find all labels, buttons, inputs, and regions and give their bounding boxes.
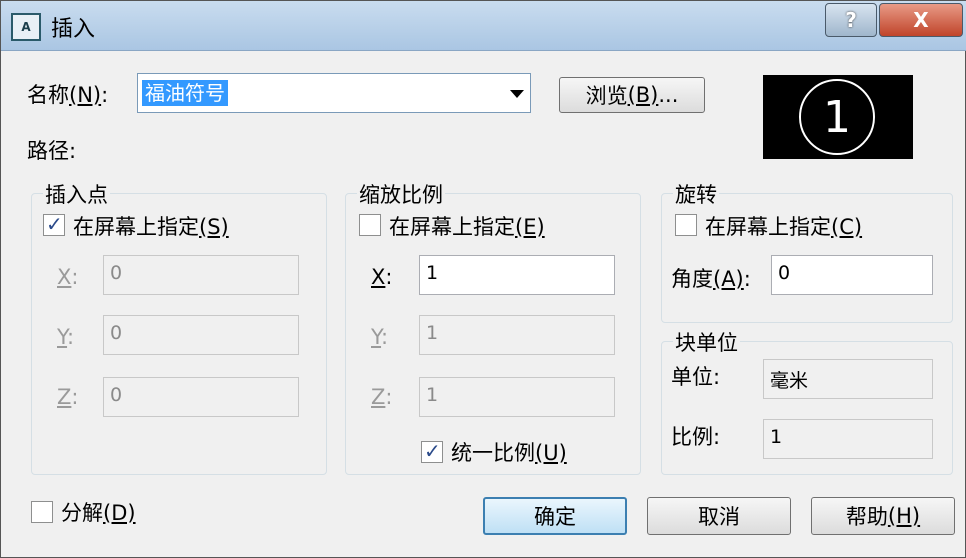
scale-y-letter: Y bbox=[371, 325, 382, 349]
insertion-y-field[interactable]: 0 bbox=[103, 315, 299, 355]
insertion-z-colon: : bbox=[71, 385, 79, 409]
preview-circle-symbol: 1 bbox=[799, 79, 875, 155]
scale-specify-checkbox[interactable] bbox=[359, 214, 381, 236]
ok-button[interactable]: 确定 bbox=[483, 497, 627, 535]
uniform-scale-mnemonic: (U) bbox=[535, 441, 567, 465]
factor-label: 比例: bbox=[671, 425, 721, 449]
insert-dialog: A 插入 ? X 名称(N): 福油符号 浏览 (B)... 1 路径: 插入点 … bbox=[0, 0, 966, 558]
angle-mnemonic: (A) bbox=[713, 267, 744, 291]
cancel-button[interactable]: 取消 bbox=[647, 497, 791, 535]
autocad-app-icon: A bbox=[11, 13, 41, 41]
browse-button[interactable]: 浏览 (B)... bbox=[559, 77, 705, 113]
browse-label: 浏览 bbox=[585, 84, 628, 108]
explode-checkbox[interactable] bbox=[31, 501, 53, 523]
app-icon-letter: A bbox=[21, 20, 31, 34]
scale-y-field[interactable]: 1 bbox=[419, 315, 615, 355]
insertion-specify-mnemonic: (S) bbox=[199, 215, 229, 239]
block-preview: 1 bbox=[763, 75, 913, 159]
explode-mnemonic: (D) bbox=[103, 501, 136, 525]
help-title-button[interactable]: ? bbox=[825, 3, 877, 37]
insertion-specify-text: 在屏幕上指定 bbox=[73, 215, 199, 239]
uniform-scale-label[interactable]: 统一比例(U) bbox=[451, 437, 567, 467]
help-button[interactable]: 帮助 (H) bbox=[811, 497, 955, 535]
scale-z-letter: Z bbox=[371, 385, 386, 409]
uniform-scale-checkbox[interactable] bbox=[421, 439, 443, 463]
name-colon: : bbox=[101, 83, 109, 107]
rotation-title: 旋转 bbox=[673, 179, 719, 209]
scale-x-field[interactable]: 1 bbox=[419, 255, 615, 295]
scale-z-colon: : bbox=[385, 385, 393, 409]
insertion-point-title: 插入点 bbox=[43, 179, 110, 209]
name-label-text: 名称 bbox=[27, 83, 69, 107]
insertion-specify-checkbox[interactable] bbox=[43, 212, 65, 236]
rotation-specify-label[interactable]: 在屏幕上指定(C) bbox=[705, 211, 862, 241]
scale-x-letter: X bbox=[371, 265, 386, 289]
angle-label: 角度(A): bbox=[671, 263, 751, 293]
scale-y-label: Y: bbox=[371, 325, 388, 349]
rotation-specify-mnemonic: (C) bbox=[831, 215, 863, 239]
scale-x-colon: : bbox=[385, 265, 393, 289]
path-label: 路径: bbox=[27, 139, 77, 163]
angle-field[interactable]: 0 bbox=[771, 255, 933, 295]
scale-z-label: Z: bbox=[371, 385, 392, 409]
insertion-x-label: X: bbox=[57, 265, 78, 289]
explode-label[interactable]: 分解(D) bbox=[61, 497, 136, 527]
block-unit-title: 块单位 bbox=[673, 327, 740, 357]
name-mnemonic: (N) bbox=[69, 83, 102, 107]
scale-specify-mnemonic: (E) bbox=[515, 215, 545, 239]
help-button-mnemonic: (H) bbox=[887, 504, 921, 528]
scale-y-colon: : bbox=[381, 325, 389, 349]
dropdown-arrow-icon[interactable] bbox=[510, 90, 524, 98]
browse-mnemonic: (B) bbox=[627, 83, 659, 107]
scale-specify-text: 在屏幕上指定 bbox=[389, 215, 515, 239]
scale-title: 缩放比例 bbox=[357, 179, 445, 209]
scale-x-label: X: bbox=[371, 265, 392, 289]
block-name-value: 福油符号 bbox=[142, 80, 228, 106]
title-bar[interactable]: A 插入 ? X bbox=[1, 1, 966, 51]
angle-colon: : bbox=[743, 267, 751, 291]
factor-value: 1 bbox=[763, 419, 933, 459]
angle-label-text: 角度 bbox=[671, 267, 713, 291]
name-label: 名称(N): bbox=[27, 79, 108, 109]
insertion-y-colon: : bbox=[67, 325, 75, 349]
scale-z-field[interactable]: 1 bbox=[419, 377, 615, 417]
unit-value: 毫米 bbox=[763, 359, 933, 399]
window-title: 插入 bbox=[51, 17, 96, 42]
insertion-y-letter: Y bbox=[57, 325, 68, 349]
insertion-y-label: Y: bbox=[57, 325, 74, 349]
rotation-specify-checkbox[interactable] bbox=[675, 214, 697, 236]
explode-text: 分解 bbox=[61, 501, 103, 525]
insertion-z-letter: Z bbox=[57, 385, 72, 409]
insertion-x-letter: X bbox=[57, 265, 72, 289]
unit-label: 单位: bbox=[671, 365, 721, 389]
block-name-combobox[interactable]: 福油符号 bbox=[137, 73, 531, 113]
insertion-x-colon: : bbox=[71, 265, 79, 289]
uniform-scale-text: 统一比例 bbox=[451, 441, 535, 465]
insertion-z-field[interactable]: 0 bbox=[103, 377, 299, 417]
insertion-x-field[interactable]: 0 bbox=[103, 255, 299, 295]
insertion-specify-label[interactable]: 在屏幕上指定(S) bbox=[73, 211, 229, 241]
insertion-z-label: Z: bbox=[57, 385, 78, 409]
close-button[interactable]: X bbox=[879, 3, 963, 37]
browse-suffix: ... bbox=[658, 83, 679, 107]
scale-specify-label[interactable]: 在屏幕上指定(E) bbox=[389, 211, 545, 241]
rotation-specify-text: 在屏幕上指定 bbox=[705, 215, 831, 239]
help-button-text: 帮助 bbox=[845, 505, 888, 529]
